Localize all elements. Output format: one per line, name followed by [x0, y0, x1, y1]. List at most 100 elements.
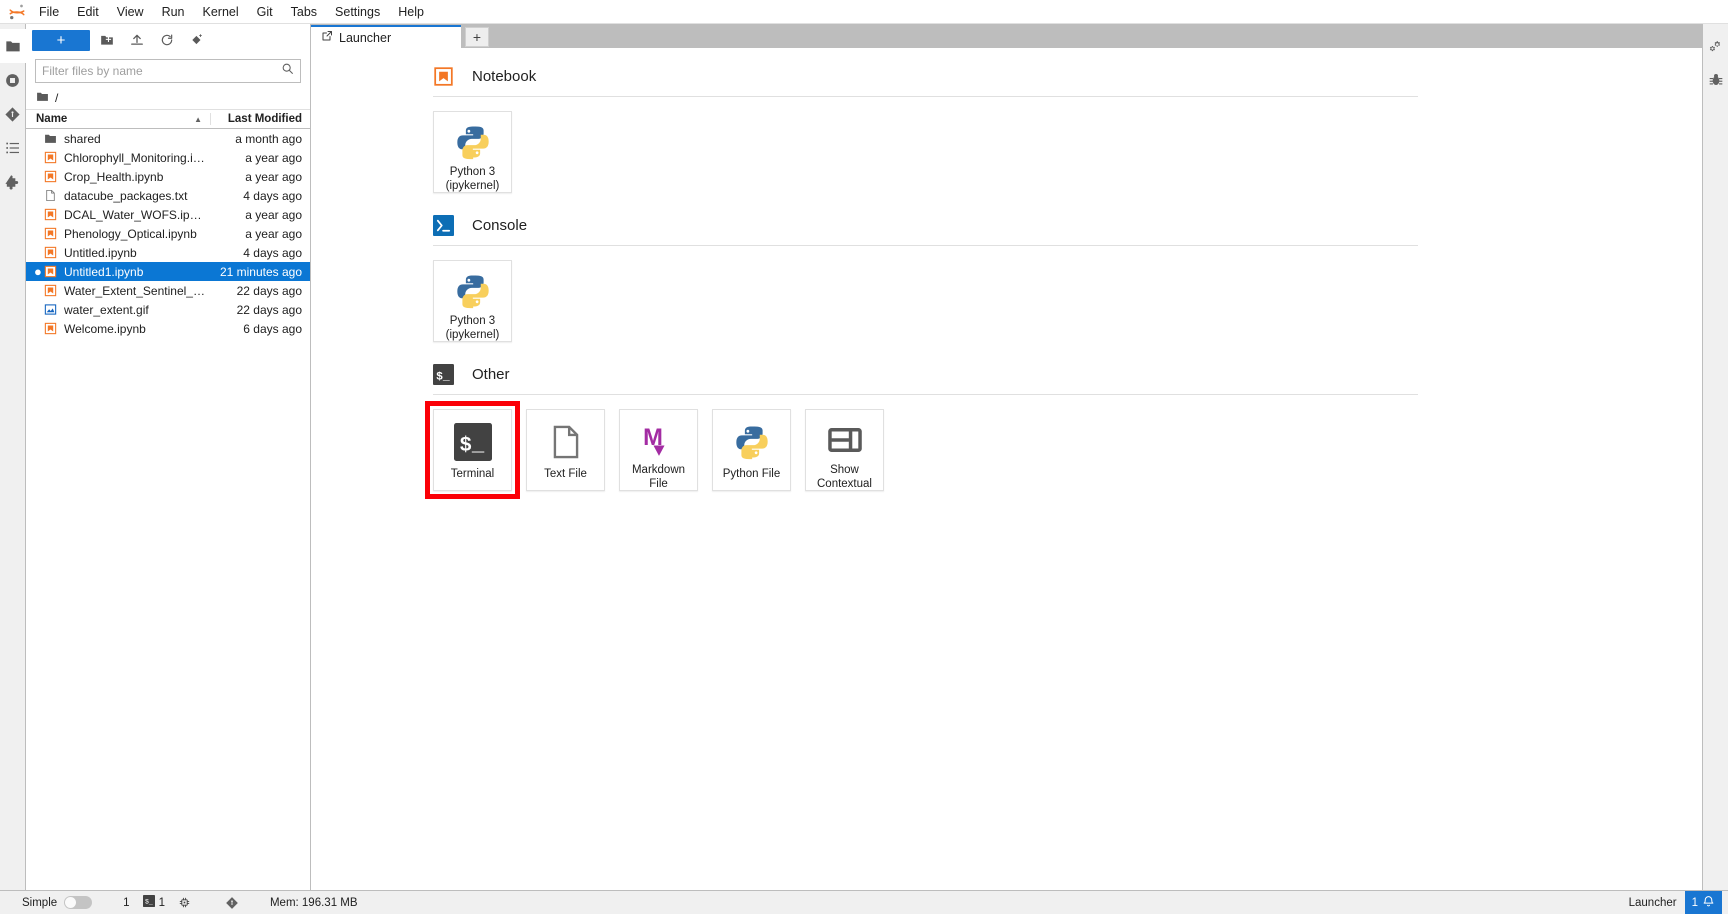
file-name: Untitled1.ipynb	[64, 264, 144, 279]
launcher-card-text-file[interactable]: Text File	[526, 409, 605, 491]
launcher-card-show-contextual[interactable]: Show Contextual	[805, 409, 884, 491]
notebook-icon	[44, 284, 64, 297]
launcher-section-title: Other	[472, 366, 510, 383]
file-last-modified: 6 days ago	[243, 321, 302, 336]
launcher-section-header: $_ Other	[433, 364, 1541, 385]
menu-file[interactable]: File	[30, 2, 68, 22]
menu-help[interactable]: Help	[389, 2, 433, 22]
file-name: Water_Extent_Sentinel_2.ipy…	[64, 283, 210, 298]
launcher-card-python-3-ipykernel[interactable]: Python 3 (ipykernel)	[433, 111, 512, 193]
upload-icon[interactable]	[124, 29, 150, 51]
console-icon	[433, 215, 454, 236]
sidebar-item-git[interactable]	[0, 97, 26, 131]
file-list-item[interactable]: Crop_Health.ipynb a year ago	[26, 167, 310, 186]
file-last-modified: a year ago	[245, 226, 302, 241]
column-header-name[interactable]: Name ▲	[26, 113, 210, 125]
menu-run[interactable]: Run	[153, 2, 194, 22]
file-name: shared	[64, 131, 101, 146]
new-launcher-button[interactable]: +	[32, 29, 90, 51]
file-list-item[interactable]: Water_Extent_Sentinel_2.ipy… 22 days ago	[26, 281, 310, 300]
new-folder-icon[interactable]	[94, 29, 120, 51]
launcher-card-terminal[interactable]: $_ Terminal	[433, 409, 512, 491]
refresh-icon[interactable]	[154, 29, 180, 51]
notification-badge[interactable]: 1	[1684, 890, 1722, 914]
search-input[interactable]	[42, 64, 281, 78]
column-header-last-modified[interactable]: Last Modified	[210, 113, 310, 125]
file-last-modified: 22 days ago	[236, 302, 302, 317]
file-list-item[interactable]: ● Untitled1.ipynb 21 minutes ago	[26, 262, 310, 281]
highlight-box: $_ Terminal	[425, 401, 520, 499]
sidebar-item-extension-manager[interactable]	[0, 165, 26, 199]
simple-mode-toggle[interactable]	[64, 896, 93, 909]
status-git-icon[interactable]	[222, 896, 242, 910]
markdown-icon: M	[640, 421, 678, 459]
python-icon	[454, 123, 492, 161]
file-name: DCAL_Water_WOFS.ipynb	[64, 207, 209, 222]
status-terminal-sessions[interactable]: $_ 1	[140, 895, 168, 910]
notebook-icon	[44, 208, 64, 221]
kernel-session-count: 1	[123, 896, 130, 909]
menu-view[interactable]: View	[108, 2, 153, 22]
launcher-card-python-3-ipykernel[interactable]: Python 3 (ipykernel)	[433, 260, 512, 342]
launcher-card-label: Text File	[544, 468, 587, 480]
launcher-card-label: Markdown File	[631, 464, 686, 491]
launcher-panel: Notebook Python 3 (ipykernel) Console Pytho…	[311, 48, 1702, 890]
file-list-item[interactable]: Untitled.ipynb 4 days ago	[26, 243, 310, 262]
launcher-card-python-file[interactable]: Python File	[712, 409, 791, 491]
file-name: Welcome.ipynb	[64, 321, 146, 336]
sidebar-item-table-of-contents[interactable]	[0, 131, 26, 165]
file-list-item[interactable]: Phenology_Optical.ipynb a year ago	[26, 224, 310, 243]
file-name: water_extent.gif	[64, 302, 149, 317]
notebook-icon	[44, 170, 64, 183]
svg-text:$_: $_	[459, 435, 484, 458]
sidebar-item-file-browser[interactable]	[0, 29, 26, 63]
sidebar-item-debugger[interactable]	[1703, 63, 1728, 97]
file-last-modified: 22 days ago	[236, 283, 302, 298]
application-shell: + Filter files by name / Name ▲ Last Mod…	[0, 24, 1728, 890]
file-last-modified: 21 minutes ago	[219, 264, 302, 279]
menu-kernel[interactable]: Kernel	[194, 2, 248, 22]
menu-edit[interactable]: Edit	[68, 2, 108, 22]
memory-usage: Mem: 196.31 MB	[269, 896, 358, 909]
simple-mode-label: Simple	[22, 896, 58, 909]
file-name: Phenology_Optical.ipynb	[64, 226, 197, 241]
status-bar-right: Launcher 1	[1629, 890, 1722, 914]
right-activity-bar	[1702, 24, 1728, 890]
file-list-item[interactable]: shared a month ago	[26, 129, 310, 148]
file-list-item[interactable]: water_extent.gif 22 days ago	[26, 300, 310, 319]
file-list-item[interactable]: DCAL_Water_WOFS.ipynb a year ago	[26, 205, 310, 224]
breadcrumb-path: /	[55, 91, 59, 105]
launcher-card-label: Show Contextual	[817, 464, 872, 491]
text-file-icon	[547, 421, 585, 463]
file-list-item[interactable]: Welcome.ipynb 6 days ago	[26, 319, 310, 338]
sidebar-item-property-inspector[interactable]	[1703, 29, 1728, 63]
tab-launcher[interactable]: Launcher	[311, 25, 461, 48]
breadcrumb[interactable]: /	[26, 87, 310, 109]
status-kernel-sessions[interactable]: 1	[120, 897, 132, 909]
sidebar-item-running-sessions[interactable]	[0, 63, 26, 97]
terminal-icon: $_	[453, 421, 492, 463]
menu-git[interactable]: Git	[248, 2, 282, 22]
file-name: Crop_Health.ipynb	[64, 169, 164, 184]
notebook-icon	[433, 66, 454, 87]
contextual-help-icon	[826, 421, 864, 459]
status-bar: Simple 1 $_ 1 Mem: 196.31 MB Launcher 1	[0, 890, 1728, 914]
filter-files-field[interactable]	[35, 59, 301, 83]
menu-settings[interactable]: Settings	[326, 2, 389, 22]
file-list-item[interactable]: Chlorophyll_Monitoring.ipynb a year ago	[26, 148, 310, 167]
launcher-card-row: Python 3 (ipykernel)	[433, 111, 1541, 193]
file-last-modified: a year ago	[245, 169, 302, 184]
section-divider	[433, 394, 1418, 395]
launcher-card-row: Python 3 (ipykernel)	[433, 260, 1541, 342]
file-browser-toolbar: +	[26, 24, 310, 54]
file-name: Chlorophyll_Monitoring.ipynb	[64, 150, 210, 165]
file-list-item[interactable]: datacube_packages.txt 4 days ago	[26, 186, 310, 205]
kernel-icon[interactable]	[175, 896, 194, 909]
launcher-card-label: Python File	[722, 468, 781, 480]
image-icon	[44, 303, 64, 316]
menu-tabs[interactable]: Tabs	[282, 2, 326, 22]
new-tab-button[interactable]: +	[465, 27, 489, 47]
git-clone-icon[interactable]	[184, 29, 210, 51]
launcher-card-markdown-file[interactable]: M Markdown File	[619, 409, 698, 491]
tab-bar: Launcher +	[311, 24, 1702, 48]
